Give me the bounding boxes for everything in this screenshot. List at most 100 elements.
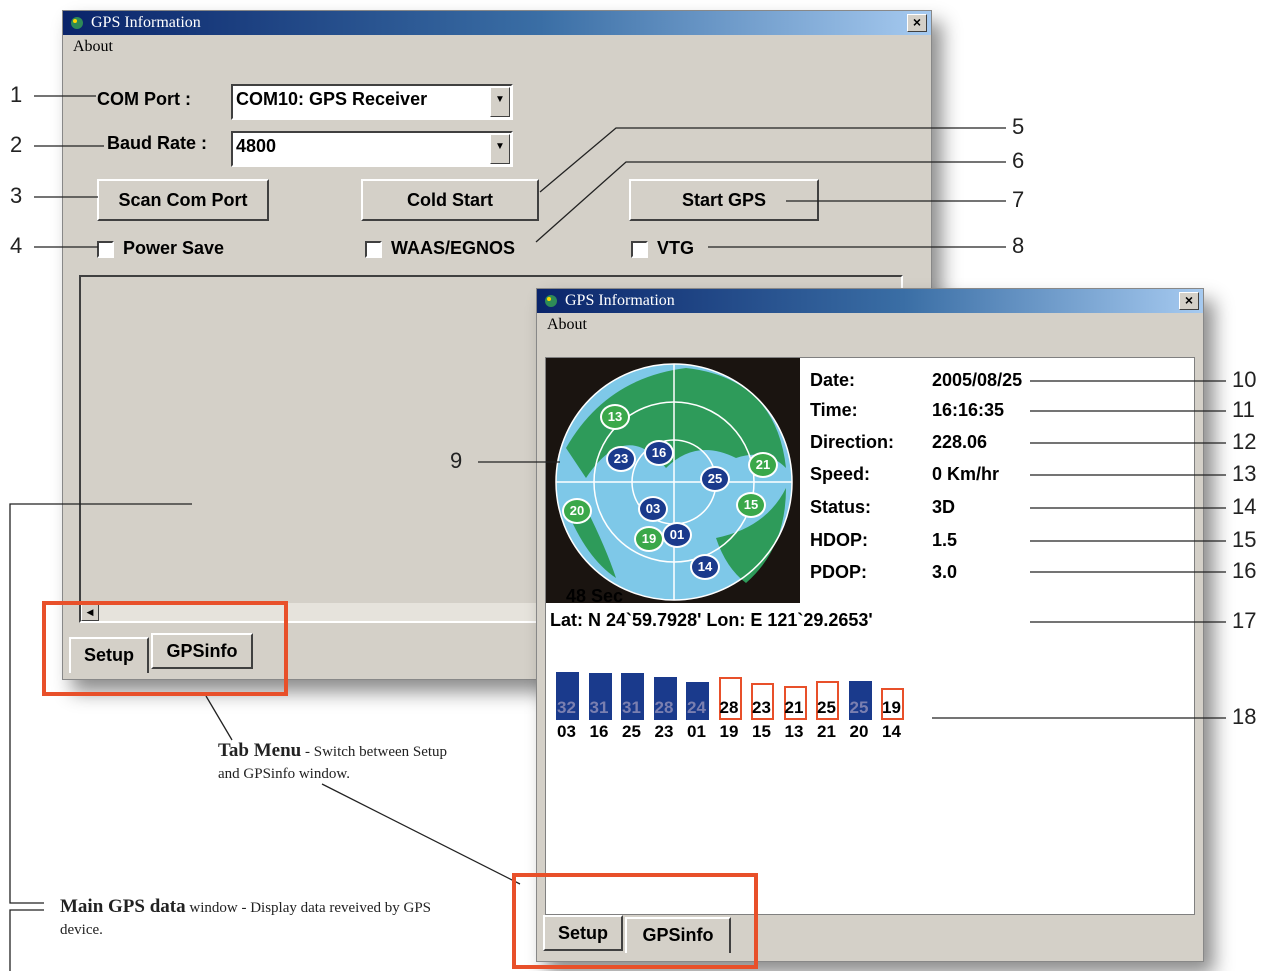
satellite-marker: 01 <box>662 522 692 548</box>
signal-value: 23 <box>752 698 771 717</box>
signal-value: 32 <box>557 698 576 717</box>
info-value: 16:16:35 <box>932 400 1005 420</box>
window-title: GPS Information <box>565 292 675 309</box>
satellite-marker: 16 <box>644 440 674 466</box>
tab-menu-highlight <box>512 873 758 969</box>
info-value: 1.5 <box>932 530 958 550</box>
callout-number: 6 <box>1012 148 1025 173</box>
baud-rate-select[interactable]: 4800 ▼ <box>231 131 513 167</box>
satellite-marker: 25 <box>700 466 730 492</box>
prn-label: 23 <box>654 722 674 741</box>
info-label: PDOP: <box>810 562 868 582</box>
signal-value: 25 <box>849 698 869 717</box>
satellite-marker: 03 <box>638 496 668 522</box>
prn-label: 13 <box>784 722 804 741</box>
callout-number: 9 <box>450 448 463 473</box>
satellite-app-icon <box>545 295 557 307</box>
main-window-note-title: Main GPS data <box>60 896 186 917</box>
close-button[interactable]: × <box>1179 292 1199 310</box>
waas-egnos-label: WAAS/EGNOS <box>391 238 516 258</box>
prn-label: 01 <box>687 722 706 741</box>
info-label: Speed: <box>810 464 871 484</box>
prn-label: 15 <box>752 722 771 741</box>
window-title: GPS Information <box>91 14 201 31</box>
gps-info-panel: 13 23 16 21 25 15 20 03 01 19 14 Date: 20… <box>545 357 1195 915</box>
prn-label: 21 <box>817 722 836 741</box>
satellite-marker: 20 <box>562 498 592 524</box>
waas-egnos-checkbox[interactable] <box>365 241 382 258</box>
callout-number: 8 <box>1012 233 1025 258</box>
callout-number: 13 <box>1232 461 1257 486</box>
callout-number: 15 <box>1232 527 1257 552</box>
signal-value: 28 <box>654 698 674 717</box>
baud-rate-label: Baud Rate : <box>107 133 208 153</box>
power-save-checkbox[interactable] <box>97 241 114 258</box>
prn-label: 14 <box>882 722 901 741</box>
main-window-note: Main GPS data window - Display data reve… <box>60 896 440 941</box>
com-port-value: COM10: GPS Receiver <box>236 89 428 109</box>
scan-com-port-button[interactable]: Scan Com Port <box>97 179 269 221</box>
info-label: Status: <box>810 497 872 517</box>
vtg-checkbox[interactable] <box>631 241 648 258</box>
prn-label: 03 <box>557 722 576 741</box>
satellite-marker: 19 <box>634 526 664 552</box>
callout-number: 14 <box>1232 494 1257 519</box>
signal-value: 24 <box>687 698 706 717</box>
signal-value: 31 <box>622 698 641 717</box>
info-label: Date: <box>810 370 856 390</box>
com-port-select[interactable]: COM10: GPS Receiver ▼ <box>231 84 513 120</box>
callout-number: 3 <box>10 183 23 208</box>
info-value: 0 Km/hr <box>932 464 1000 484</box>
callout-number: 5 <box>1012 114 1025 139</box>
info-label: Direction: <box>810 432 895 452</box>
tab-menu-note: Tab Menu - Switch between Setup and GPSi… <box>218 740 468 785</box>
signal-value: 25 <box>817 698 836 717</box>
tab-menu-highlight <box>42 601 288 696</box>
callout-number: 2 <box>10 132 23 157</box>
vtg-label: VTG <box>657 238 695 258</box>
info-label: HDOP: <box>810 530 868 550</box>
satellite-marker: 21 <box>748 452 778 478</box>
baud-rate-value: 4800 <box>236 136 277 156</box>
lat-lon-readout: Lat: N 24`59.7928' Lon: E 121`29.2653' <box>550 610 873 630</box>
start-gps-button[interactable]: Start GPS <box>629 179 819 221</box>
prn-label: 19 <box>719 722 739 741</box>
callout-number: 11 <box>1232 397 1255 422</box>
chevron-down-icon[interactable]: ▼ <box>490 87 510 117</box>
close-button[interactable]: × <box>907 14 927 32</box>
fix-timer: 48 Sec <box>566 586 624 606</box>
prn-label: 25 <box>622 722 641 741</box>
satellite-marker: 15 <box>736 492 766 518</box>
satellite-marker: 23 <box>606 446 636 472</box>
info-value: 3.0 <box>932 562 958 582</box>
menu-about[interactable]: About <box>73 38 113 56</box>
menubar: About <box>63 35 931 59</box>
menubar: About <box>537 313 1203 337</box>
satellite-marker: 14 <box>690 554 720 580</box>
signal-value: 21 <box>784 698 804 717</box>
callout-number: 10 <box>1232 367 1257 392</box>
globe-graphic <box>555 363 793 601</box>
titlebar[interactable]: GPS Information × <box>63 11 931 35</box>
signal-value: 28 <box>719 698 739 717</box>
power-save-label: Power Save <box>123 238 225 258</box>
com-port-label: COM Port : <box>97 89 191 109</box>
cold-start-button[interactable]: Cold Start <box>361 179 539 221</box>
signal-value: 31 <box>589 698 609 717</box>
callout-number: 18 <box>1232 704 1257 729</box>
info-value: 228.06 <box>932 432 988 452</box>
info-value: 3D <box>932 497 956 517</box>
titlebar[interactable]: GPS Information × <box>537 289 1203 313</box>
callout-number: 1 <box>10 82 23 107</box>
menu-about[interactable]: About <box>547 316 587 334</box>
chevron-down-icon[interactable]: ▼ <box>490 134 510 164</box>
prn-label: 20 <box>849 722 869 741</box>
tab-menu-note-title: Tab Menu <box>218 740 302 761</box>
callout-number: 16 <box>1232 558 1257 583</box>
callout-number: 7 <box>1012 187 1025 212</box>
callout-number: 4 <box>10 233 23 258</box>
gpsinfo-window: GPS Information × About 13 23 16 21 25 1… <box>536 288 1204 962</box>
satellite-app-icon <box>71 17 83 29</box>
callout-number: 17 <box>1232 608 1257 633</box>
satellite-marker: 13 <box>600 404 630 430</box>
